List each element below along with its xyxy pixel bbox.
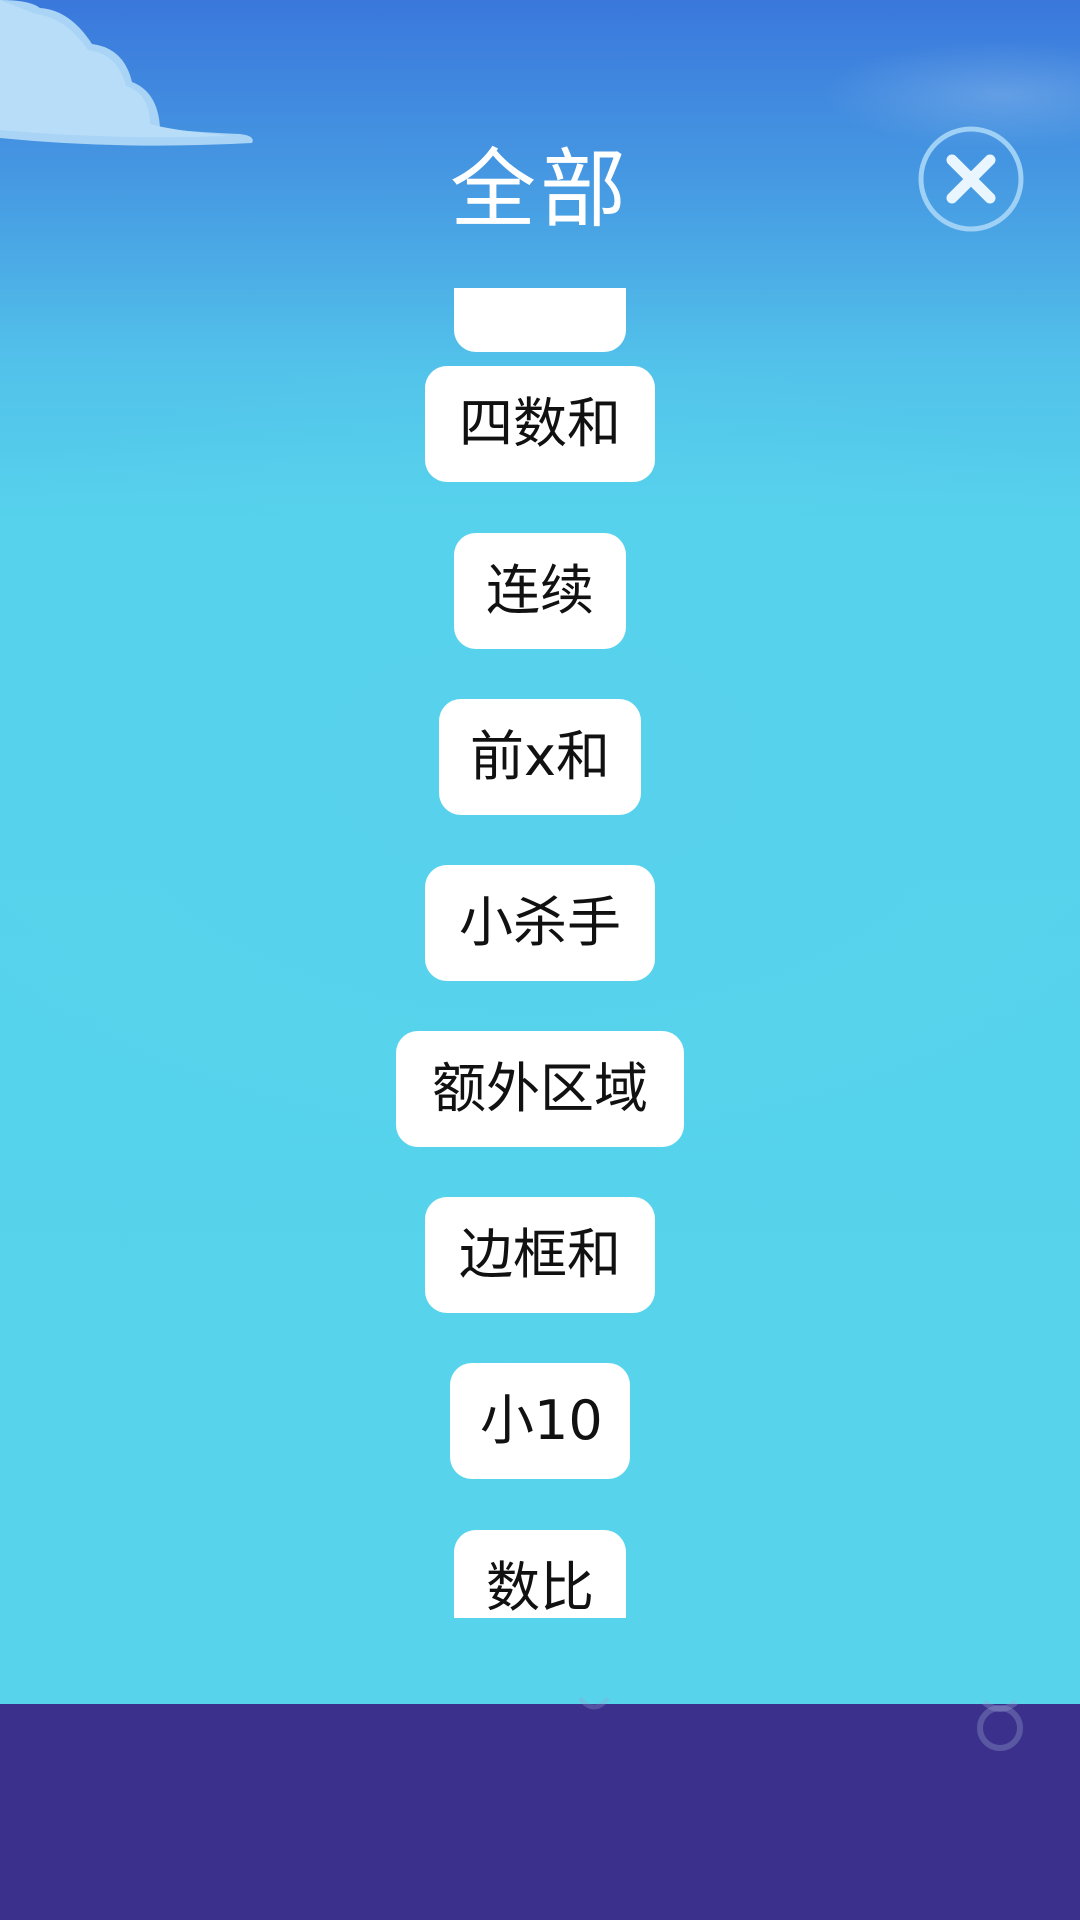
close-icon — [918, 126, 1024, 232]
ring-decoration — [977, 1699, 1023, 1751]
ring-decoration-small — [578, 1696, 610, 1710]
screen: 全部 四数和 连续 前x和 小杀手 额外区域 边框和 小10 数比 — [0, 0, 1080, 1920]
category-item-four-sum[interactable]: 四数和 — [425, 366, 655, 482]
category-item-partial[interactable] — [454, 288, 626, 352]
category-item-first-x-sum[interactable]: 前x和 — [439, 699, 641, 815]
category-list[interactable]: 四数和 连续 前x和 小杀手 额外区域 边框和 小10 数比 — [0, 288, 1080, 1618]
category-item-consecutive[interactable]: 连续 — [454, 533, 626, 649]
category-item-small-10[interactable]: 小10 — [450, 1363, 630, 1479]
close-button[interactable] — [918, 126, 1024, 232]
category-item-extra-region[interactable]: 额外区域 — [396, 1031, 684, 1147]
category-item-frame-sum[interactable]: 边框和 — [425, 1197, 655, 1313]
cloud-decoration — [0, 0, 253, 146]
category-item-ratio[interactable]: 数比 — [454, 1530, 626, 1618]
footer-bar — [0, 1704, 1080, 1920]
category-item-little-killer[interactable]: 小杀手 — [425, 865, 655, 981]
